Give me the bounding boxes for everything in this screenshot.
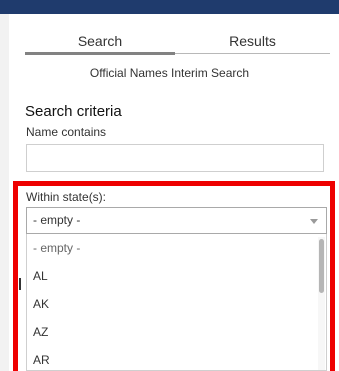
header-strip [0,0,339,14]
state-select[interactable]: - empty - [26,207,327,234]
tab-bar: Search Results [25,32,330,56]
state-option[interactable]: - empty - [27,234,326,262]
state-option[interactable]: AR [27,346,326,370]
tab-divider [175,53,330,54]
tab-results[interactable]: Results [175,32,330,54]
state-option[interactable]: AL [27,262,326,290]
chevron-down-icon [310,219,318,224]
name-contains-input[interactable] [26,144,324,172]
state-dropdown-list[interactable]: - empty - AL AK AZ AR [26,234,327,371]
section-title: Search criteria [25,103,122,120]
page-subtitle: Official Names Interim Search [89,66,250,80]
scrollbar-thumb[interactable] [319,239,324,293]
active-tab-indicator [25,52,175,55]
partially-hidden-label [19,278,21,290]
name-contains-label: Name contains [26,125,107,139]
state-option[interactable]: AZ [27,318,326,346]
state-option[interactable]: AK [27,290,326,318]
tab-search[interactable]: Search [25,32,175,54]
state-select-value: - empty - [33,213,81,227]
state-filter-label: Within state(s): [26,190,107,204]
